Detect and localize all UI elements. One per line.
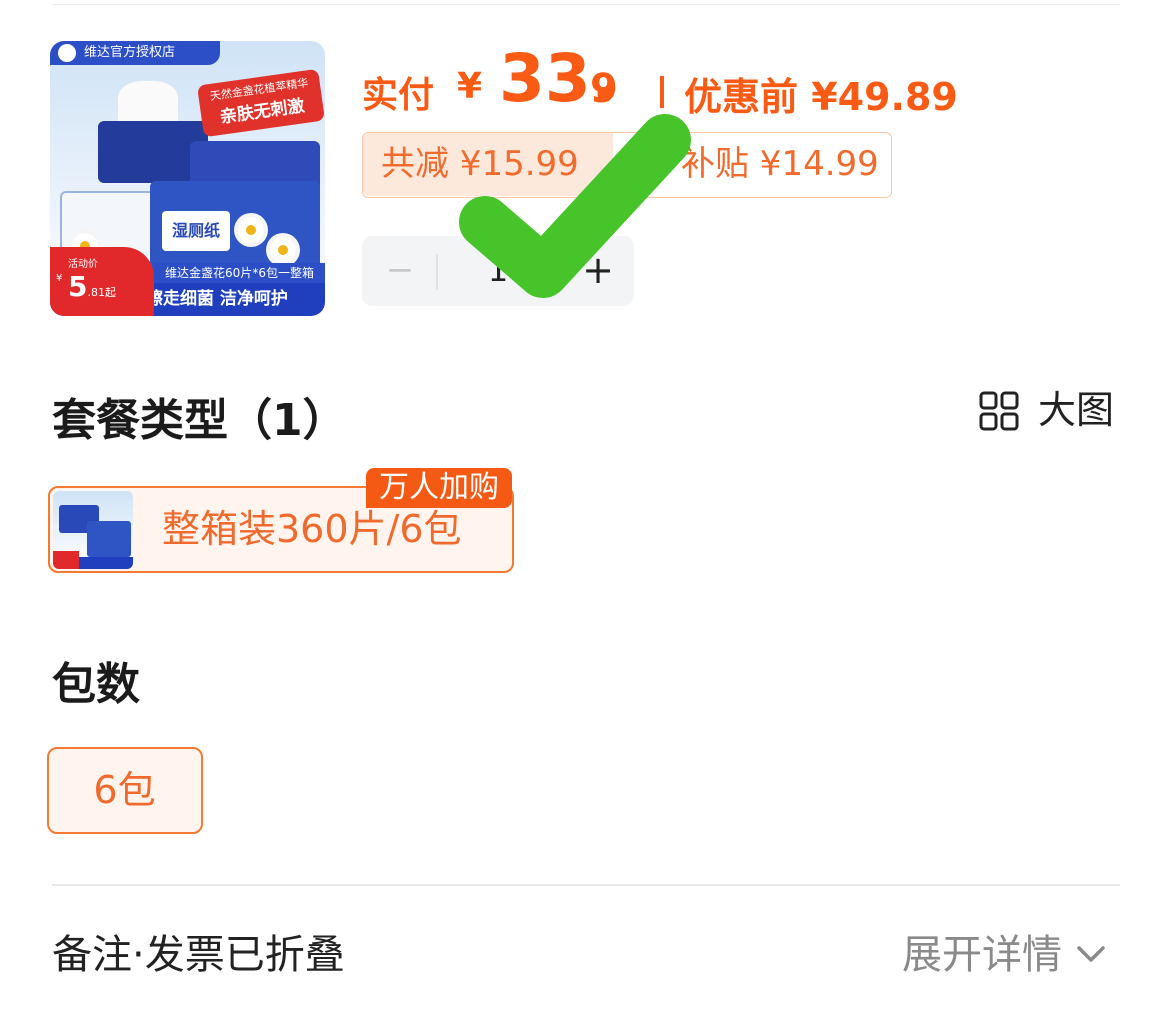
package-type-title: 套餐类型（1） [52,395,347,446]
price-separator [660,76,664,108]
discount-breakdown[interactable]: 共减 ¥15.99 补贴 ¥14.99 [362,132,892,198]
section-divider [52,884,1120,886]
promo-cents: .81 [87,286,105,299]
promo-qualifier: 起 [104,286,116,299]
pack-count-option-label: 6包 [93,768,156,812]
subsidy-amount: 补贴 ¥14.99 [681,144,879,184]
price-before-discount: 优惠前 ¥49.89 [684,75,958,119]
popular-badge: 万人加购 [366,468,512,508]
chevron-down-icon [1077,946,1105,962]
top-divider [52,4,1120,5]
promo-graphic [53,551,79,569]
package-option-label: 整箱装360片/6包 [162,507,462,551]
promo-value: 5 [68,270,88,303]
promo-currency: ¥ [56,273,63,284]
paid-currency: ¥ [457,66,483,107]
brand-logo-icon [58,44,76,62]
quantity-value[interactable]: 1 [458,250,538,290]
product-caption: 维达金盏花60片*6包一整箱 [154,263,325,283]
shop-badge: 维达官方授权店 [50,41,220,65]
big-view-label: 大图 [1038,388,1115,432]
pack-count-option[interactable]: 6包 [47,747,203,834]
decrease-button[interactable]: − [380,250,420,290]
expand-details-button[interactable]: 展开详情 [902,930,1106,980]
grid-icon [979,391,1019,431]
tagline-graphic [79,557,133,569]
notes-invoice-label: 备注·发票已折叠 [52,932,345,978]
promo-tag: 活动价 ¥ 5.81起 [50,247,154,316]
product-image[interactable]: 湿厕纸 维达官方授权店 天然金盏花植萃精华 亲肤无刺激 维达金盏花60片*6包一… [50,41,325,316]
quantity-stepper: − 1 + [362,236,634,306]
flower-icon [270,237,296,263]
promo-label: 活动价 [68,259,98,270]
paid-decimal: 9 [590,66,618,112]
stepper-divider [436,254,438,290]
increase-button[interactable]: + [578,250,618,290]
package-option-thumbnail [53,491,133,569]
pack-graphic [87,521,131,557]
big-view-toggle[interactable]: 大图 [978,388,1120,432]
total-reduction: 共减 ¥15.99 [363,133,613,196]
shop-badge-text: 维达官方授权店 [84,45,176,60]
pack-count-title: 包数 [52,659,140,710]
slogan-banner: 天然金盏花植萃精华 亲肤无刺激 [196,68,325,138]
expand-details-label: 展开详情 [902,932,1062,978]
wipe-label: 湿厕纸 [162,211,230,251]
flower-icon [238,217,264,243]
tissue-graphic [118,81,178,123]
paid-label: 实付 [362,75,435,116]
